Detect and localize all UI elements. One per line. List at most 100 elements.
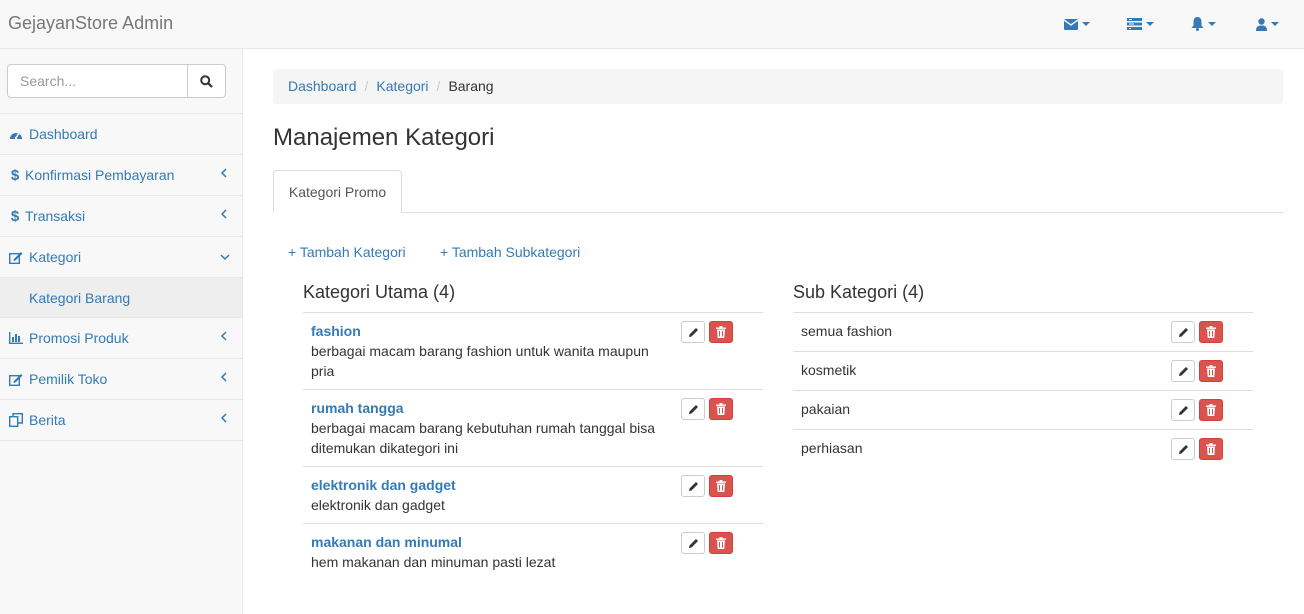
delete-button[interactable] bbox=[1199, 360, 1223, 382]
sidebar-item-dashboard[interactable]: Dashboard bbox=[0, 114, 242, 155]
sidebar-item-label: Kategori bbox=[29, 249, 82, 265]
edit-button[interactable] bbox=[1171, 360, 1195, 382]
sidebar-item-transaksi[interactable]: $ Transaksi bbox=[0, 196, 242, 237]
edit-button[interactable] bbox=[1171, 399, 1195, 421]
sidebar-item-berita[interactable]: Berita bbox=[0, 400, 242, 441]
kategori-name-link[interactable]: makanan dan minumal bbox=[311, 534, 462, 550]
sub-kategori-title: Sub Kategori (4) bbox=[793, 282, 925, 302]
sidebar-item-konfirmasi-pembayaran[interactable]: $ Konfirmasi Pembayaran bbox=[0, 155, 242, 196]
tasks-dropdown[interactable] bbox=[1127, 14, 1154, 34]
trash-icon bbox=[716, 537, 726, 549]
sidebar-item-label: Transaksi bbox=[25, 208, 86, 224]
breadcrumb: Dashboard / Kategori / Barang bbox=[273, 69, 1283, 104]
sidebar-item-label: Konfirmasi Pembayaran bbox=[25, 167, 175, 183]
caret-icon bbox=[1208, 22, 1216, 26]
breadcrumb-dashboard[interactable]: Dashboard bbox=[288, 78, 357, 95]
add-kategori-link[interactable]: + Tambah Kategori bbox=[288, 244, 406, 260]
chevron-left-icon bbox=[220, 168, 227, 178]
tab-kategori-promo[interactable]: Kategori Promo bbox=[273, 170, 402, 213]
delete-button[interactable] bbox=[1199, 399, 1223, 421]
chevron-down-icon bbox=[220, 254, 230, 261]
delete-button[interactable] bbox=[709, 321, 733, 343]
row-actions bbox=[681, 532, 733, 554]
caret-icon bbox=[1082, 22, 1090, 26]
messages-dropdown[interactable] bbox=[1064, 14, 1090, 34]
list-item: rumah tangga berbagai macam barang kebut… bbox=[303, 390, 763, 467]
row-actions bbox=[1171, 321, 1223, 343]
sidebar-subitem-kategori-barang[interactable]: Kategori Barang bbox=[0, 278, 242, 318]
edit-button[interactable] bbox=[681, 321, 705, 343]
kategori-name-link[interactable]: rumah tangga bbox=[311, 400, 404, 416]
row-actions bbox=[1171, 360, 1223, 382]
tasks-icon bbox=[1127, 18, 1142, 30]
edit-button[interactable] bbox=[1171, 321, 1195, 343]
delete-button[interactable] bbox=[1199, 438, 1223, 460]
trash-icon bbox=[716, 326, 726, 338]
sidebar-item-promosi-produk[interactable]: Promosi Produk bbox=[0, 318, 242, 359]
pencil-icon bbox=[688, 404, 698, 414]
edit-icon bbox=[9, 251, 23, 264]
chevron-left-icon bbox=[220, 372, 227, 382]
kategori-description: hem makanan dan minuman pasti lezat bbox=[311, 554, 556, 570]
pencil-icon bbox=[688, 481, 698, 491]
kategori-name-link[interactable]: elektronik dan gadget bbox=[311, 477, 456, 493]
list-item: pakaian bbox=[793, 391, 1253, 430]
bar-chart-icon bbox=[9, 332, 23, 344]
sidebar-item-pemilik-toko[interactable]: Pemilik Toko bbox=[0, 359, 242, 400]
kategori-description: berbagai macam barang kebutuhan rumah ta… bbox=[311, 420, 656, 456]
row-actions bbox=[681, 475, 733, 497]
trash-icon bbox=[716, 480, 726, 492]
breadcrumb-barang: Barang bbox=[448, 78, 494, 94]
delete-button[interactable] bbox=[709, 398, 733, 420]
delete-button[interactable] bbox=[1199, 321, 1223, 343]
sidebar-item-label: Berita bbox=[29, 412, 66, 428]
envelope-icon bbox=[1064, 18, 1078, 30]
breadcrumb-separator: / bbox=[436, 78, 441, 94]
sidebar-menu: Dashboard $ Konfirmasi Pembayaran $ Tran… bbox=[0, 113, 242, 441]
sidebar-item-label: Pemilik Toko bbox=[29, 371, 108, 387]
bell-icon bbox=[1191, 17, 1204, 31]
trash-icon bbox=[1206, 404, 1216, 416]
brand-link[interactable]: GejayanStore Admin bbox=[8, 13, 173, 34]
edit-button[interactable] bbox=[1171, 438, 1195, 460]
trash-icon bbox=[1206, 443, 1216, 455]
delete-button[interactable] bbox=[709, 475, 733, 497]
copy-icon bbox=[9, 413, 23, 427]
dollar-icon: $ bbox=[10, 166, 20, 184]
edit-button[interactable] bbox=[681, 398, 705, 420]
search-input[interactable] bbox=[7, 64, 188, 98]
row-actions bbox=[681, 398, 733, 420]
kategori-description: berbagai macam barang fashion untuk wani… bbox=[311, 343, 649, 379]
edit-icon bbox=[9, 373, 23, 386]
kategori-name-link[interactable]: fashion bbox=[311, 323, 361, 339]
list-item: fashion berbagai macam barang fashion un… bbox=[303, 313, 763, 390]
caret-icon bbox=[1271, 22, 1279, 26]
row-actions bbox=[681, 321, 733, 343]
sidebar-item-label: Promosi Produk bbox=[29, 330, 129, 346]
search-button[interactable] bbox=[188, 64, 226, 98]
pencil-icon bbox=[1178, 327, 1188, 337]
add-subkategori-link[interactable]: + Tambah Subkategori bbox=[440, 244, 580, 260]
breadcrumb-kategori[interactable]: Kategori bbox=[376, 78, 428, 95]
chevron-left-icon bbox=[220, 209, 227, 219]
edit-button[interactable] bbox=[681, 475, 705, 497]
pencil-icon bbox=[688, 538, 698, 548]
sidebar-item-label: Dashboard bbox=[29, 126, 98, 142]
tab-bar: Kategori Promo bbox=[273, 170, 1283, 213]
alerts-dropdown[interactable] bbox=[1191, 14, 1216, 34]
kategori-utama-list: fashion berbagai macam barang fashion un… bbox=[303, 312, 763, 581]
caret-icon bbox=[1146, 22, 1154, 26]
pencil-icon bbox=[688, 327, 698, 337]
pencil-icon bbox=[1178, 366, 1188, 376]
user-dropdown[interactable] bbox=[1256, 14, 1279, 34]
trash-icon bbox=[1206, 365, 1216, 377]
edit-button[interactable] bbox=[681, 532, 705, 554]
pencil-icon bbox=[1178, 405, 1188, 415]
list-item: semua fashion bbox=[793, 313, 1253, 352]
delete-button[interactable] bbox=[709, 532, 733, 554]
list-item: makanan dan minumal hem makanan dan minu… bbox=[303, 524, 763, 581]
top-navbar: GejayanStore Admin bbox=[0, 0, 1304, 49]
sidebar-item-label: Kategori Barang bbox=[29, 289, 131, 306]
page-title: Manajemen Kategori bbox=[273, 124, 495, 151]
sidebar-item-kategori[interactable]: Kategori bbox=[0, 237, 242, 278]
